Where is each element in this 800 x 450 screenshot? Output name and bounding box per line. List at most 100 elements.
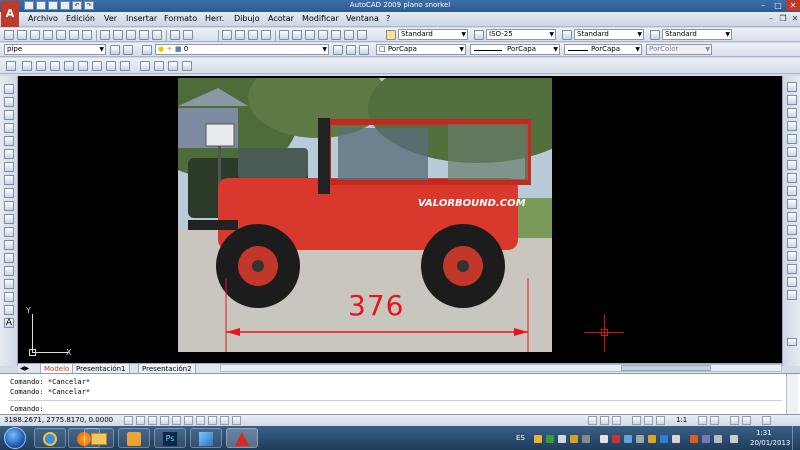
close-button[interactable]: ✕: [786, 0, 800, 11]
annotation-visibility-icon[interactable]: [698, 416, 707, 425]
offset-icon[interactable]: [787, 121, 797, 131]
explode-icon[interactable]: [787, 290, 797, 300]
undo-tool-icon[interactable]: [170, 30, 180, 40]
quick-dim-icon[interactable]: [120, 61, 130, 71]
move-icon[interactable]: [787, 147, 797, 157]
menu-insertar[interactable]: Insertar: [126, 14, 157, 23]
scroll-down-icon[interactable]: [787, 338, 797, 346]
dim-style-select[interactable]: ISO-25 ▼: [486, 29, 556, 40]
menu-archivo[interactable]: Archivo: [28, 14, 58, 23]
help-icon[interactable]: [357, 30, 367, 40]
dynamic-ucs-icon[interactable]: [196, 416, 205, 425]
menu-dibujo[interactable]: Dibujo: [234, 14, 260, 23]
mirror-icon[interactable]: [787, 108, 797, 118]
properties-icon[interactable]: [279, 30, 289, 40]
doc-minimize-button[interactable]: –: [766, 14, 776, 24]
dim-space-icon[interactable]: [168, 61, 178, 71]
command-window[interactable]: Comando: *Cancelar* Comando: *Cancelar* …: [0, 373, 800, 415]
menu-formato[interactable]: Formato: [164, 14, 197, 23]
tray-autocad-icon[interactable]: [690, 435, 698, 443]
rectangle-icon[interactable]: [4, 136, 14, 146]
insert-block-icon[interactable]: [4, 227, 14, 237]
cut-icon[interactable]: [100, 30, 110, 40]
gradient-icon[interactable]: [4, 279, 14, 289]
tray-app-icon[interactable]: [534, 435, 542, 443]
extend-icon[interactable]: [787, 212, 797, 222]
command-scrollbar[interactable]: [786, 374, 798, 414]
annotation-scale[interactable]: 1:1: [676, 416, 687, 424]
array-icon[interactable]: [787, 134, 797, 144]
menu-ventana[interactable]: Ventana: [346, 14, 379, 23]
clock-time[interactable]: 1:31: [756, 429, 772, 437]
open-file-icon[interactable]: [17, 30, 27, 40]
steering-wheel-icon[interactable]: [656, 416, 665, 425]
quick-view-layouts-icon[interactable]: [600, 416, 609, 425]
polygon-icon[interactable]: [4, 123, 14, 133]
paste-icon[interactable]: [126, 30, 136, 40]
qnew-icon[interactable]: [4, 30, 14, 40]
autocad-logo-icon[interactable]: A: [1, 1, 19, 27]
quickcalc-icon[interactable]: [344, 30, 354, 40]
angular-dim-icon[interactable]: [106, 61, 116, 71]
tray-usb-icon[interactable]: [582, 435, 590, 443]
make-current-layer-icon[interactable]: [333, 45, 343, 55]
diameter-dim-icon[interactable]: [92, 61, 102, 71]
tray-security-icon[interactable]: [570, 435, 578, 443]
plot-icon[interactable]: [43, 30, 53, 40]
grid-display-icon[interactable]: [136, 416, 145, 425]
design-center-icon[interactable]: [292, 30, 302, 40]
quick-properties-icon[interactable]: [232, 416, 241, 425]
redo-tool-icon[interactable]: [183, 30, 193, 40]
continue-dim-icon[interactable]: [154, 61, 164, 71]
menu-herr[interactable]: Herr.: [205, 14, 224, 23]
trim-icon[interactable]: [787, 199, 797, 209]
table-style-icon[interactable]: [562, 30, 572, 40]
toolbar-lock-icon[interactable]: [742, 416, 751, 425]
tray-notify-icon[interactable]: [648, 435, 656, 443]
layer-select[interactable]: ● ☀ ■ 0 ▼: [155, 44, 329, 55]
hatch-icon[interactable]: [4, 266, 14, 276]
snap-mode-icon[interactable]: [124, 416, 133, 425]
maximize-button[interactable]: □: [771, 0, 785, 11]
auto-scale-icon[interactable]: [710, 416, 719, 425]
copy-object-icon[interactable]: [787, 95, 797, 105]
zoom-status-icon[interactable]: [644, 416, 653, 425]
menu-modificar[interactable]: Modificar: [302, 14, 339, 23]
zoom-window-icon[interactable]: [248, 30, 258, 40]
workspace-switch-icon[interactable]: [730, 416, 739, 425]
tray-battery-icon[interactable]: [730, 435, 738, 443]
doc-close-button[interactable]: ✕: [790, 14, 800, 24]
polar-tracking-icon[interactable]: [160, 416, 169, 425]
point-icon[interactable]: [4, 253, 14, 263]
mleader-style-select[interactable]: Standard ▼: [662, 29, 732, 40]
fillet-icon[interactable]: [787, 277, 797, 287]
polyline-icon[interactable]: [4, 110, 14, 120]
tray-flag-icon[interactable]: [600, 435, 608, 443]
construction-line-icon[interactable]: [4, 97, 14, 107]
ortho-mode-icon[interactable]: [148, 416, 157, 425]
autocad-taskbar-icon[interactable]: [226, 428, 258, 448]
pan-icon[interactable]: [222, 30, 232, 40]
scroll-thumb[interactable]: [621, 365, 711, 371]
dim-break-icon[interactable]: [182, 61, 192, 71]
break-at-point-icon[interactable]: [787, 225, 797, 235]
text-style-select[interactable]: Standard ▼: [398, 29, 468, 40]
layer-properties-icon[interactable]: [142, 45, 152, 55]
layer-states-icon[interactable]: [359, 45, 369, 55]
show-desktop-button[interactable]: [792, 426, 800, 450]
region-icon[interactable]: [4, 292, 14, 302]
spline-icon[interactable]: [4, 188, 14, 198]
color-select[interactable]: □ PorCapa ▼: [376, 44, 466, 55]
zoom-previous-icon[interactable]: [261, 30, 271, 40]
arc-length-icon[interactable]: [36, 61, 46, 71]
quick-view-drawings-icon[interactable]: [612, 416, 621, 425]
arc-icon[interactable]: [4, 149, 14, 159]
sheet-set-icon[interactable]: [318, 30, 328, 40]
revcloud-icon[interactable]: [4, 175, 14, 185]
mleader-style-icon[interactable]: [650, 30, 660, 40]
tray-display-icon[interactable]: [714, 435, 722, 443]
lineweight-display-icon[interactable]: [220, 416, 229, 425]
dynamic-input-icon[interactable]: [208, 416, 217, 425]
stretch-icon[interactable]: [787, 186, 797, 196]
tray-bluetooth-icon[interactable]: [660, 435, 668, 443]
